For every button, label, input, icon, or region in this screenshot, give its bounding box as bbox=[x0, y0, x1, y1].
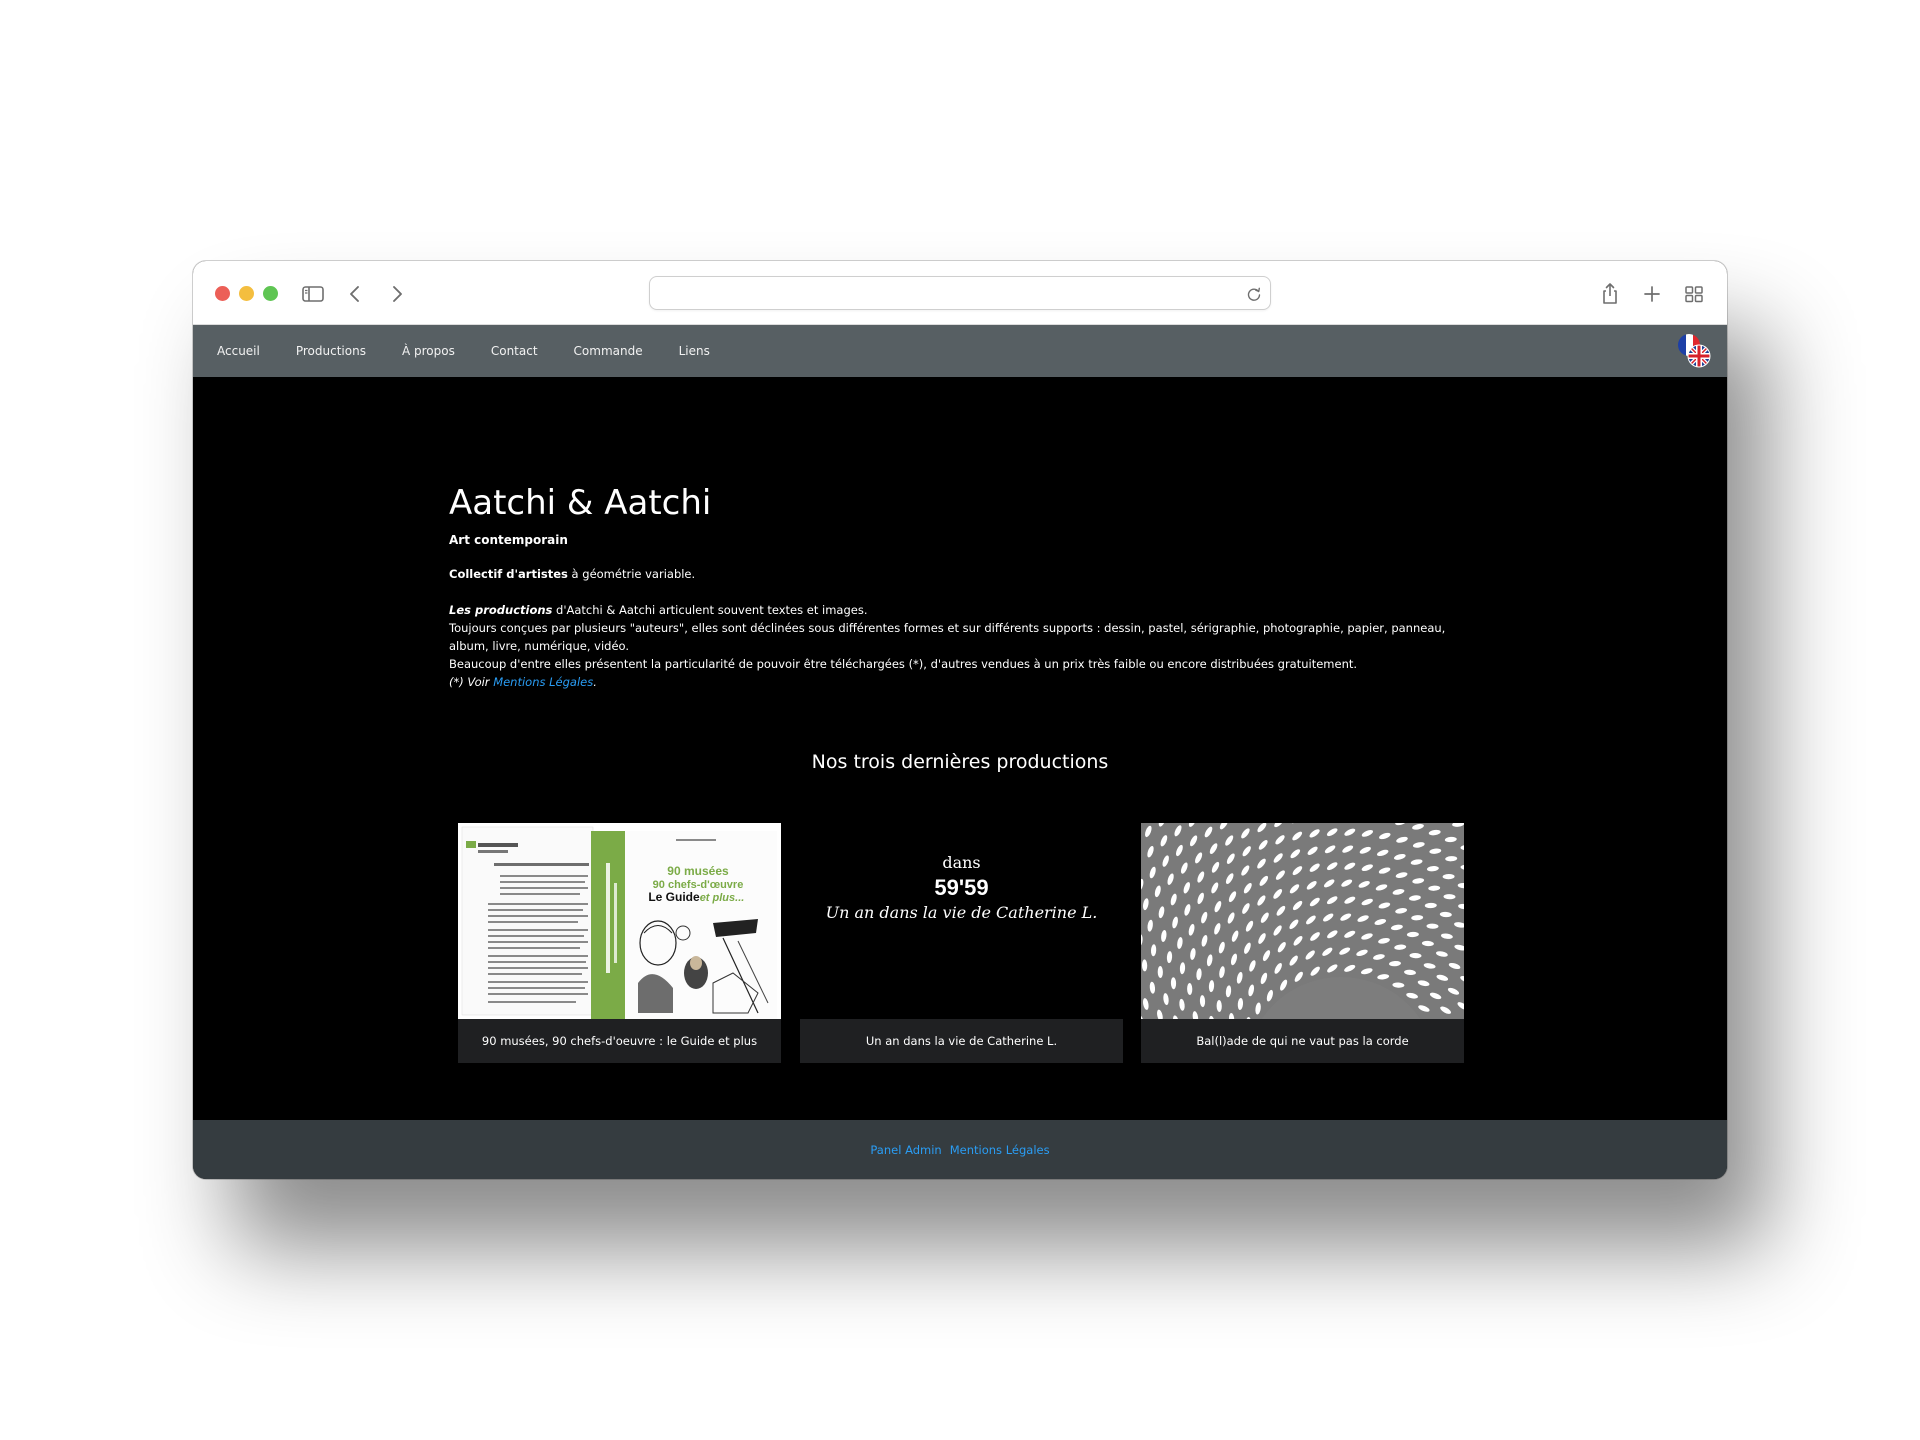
cover-line-dans: dans bbox=[942, 853, 981, 872]
production-caption[interactable]: Un an dans la vie de Catherine L. bbox=[800, 1019, 1123, 1063]
production-card[interactable]: Bal(l)ade de qui ne vaut pas la corde bbox=[1141, 823, 1464, 1063]
sidebar-icon[interactable] bbox=[299, 280, 327, 308]
page-subtitle: Art contemporain bbox=[449, 533, 568, 547]
close-window-button[interactable] bbox=[215, 286, 230, 301]
nav-item-commande[interactable]: Commande bbox=[574, 344, 643, 358]
cover-title-line4: et plus... bbox=[700, 892, 745, 904]
nav-menu: Accueil Productions À propos Contact Com… bbox=[217, 325, 746, 377]
nav-item-contact[interactable]: Contact bbox=[491, 344, 538, 358]
collective-text: à géométrie variable. bbox=[567, 567, 696, 581]
tab-overview-icon[interactable] bbox=[1680, 280, 1708, 308]
collective-paragraph: Collectif d'artistes à géométrie variabl… bbox=[449, 565, 1469, 583]
browser-window: Accueil Productions À propos Contact Com… bbox=[193, 261, 1727, 1179]
url-input[interactable] bbox=[650, 277, 1230, 309]
productions-emphasis: Les productions bbox=[449, 603, 553, 617]
productions-paragraph: Les productions d'Aatchi & Aatchi articu… bbox=[449, 601, 1469, 691]
address-bar[interactable] bbox=[649, 276, 1271, 310]
cover-line-time: 59'59 bbox=[934, 875, 989, 900]
production-thumbnail-ballade[interactable] bbox=[1141, 823, 1464, 1019]
production-caption[interactable]: 90 musées, 90 chefs-d'oeuvre : le Guide … bbox=[458, 1019, 781, 1063]
browser-toolbar bbox=[193, 261, 1727, 325]
productions-download-text: Beaucoup d'entre elles présentent la par… bbox=[449, 657, 1358, 671]
forward-icon[interactable] bbox=[383, 280, 411, 308]
nav-item-liens[interactable]: Liens bbox=[679, 344, 710, 358]
footer-legal-link[interactable]: Mentions Légales bbox=[950, 1143, 1050, 1157]
production-card[interactable]: dans 59'59 Un an dans la vie de Catherin… bbox=[800, 823, 1123, 1063]
admin-panel-link[interactable]: Panel Admin bbox=[870, 1143, 941, 1157]
productions-text: d'Aatchi & Aatchi articulent souvent tex… bbox=[552, 603, 868, 617]
production-card[interactable]: 90 musées 90 chefs-d'œuvre Le Guide et p… bbox=[458, 823, 781, 1063]
new-tab-icon[interactable] bbox=[1638, 280, 1666, 308]
legal-note-suffix: . bbox=[593, 675, 597, 689]
production-thumbnail-guide[interactable]: 90 musées 90 chefs-d'œuvre Le Guide et p… bbox=[458, 823, 781, 1019]
page-title: Aatchi & Aatchi bbox=[449, 483, 712, 523]
cover-line-title: Un an dans la vie de Catherine L. bbox=[825, 903, 1098, 922]
productions-supports-text: Toujours conçues par plusieurs "auteurs"… bbox=[449, 621, 1446, 653]
legal-notice-link[interactable]: Mentions Légales bbox=[493, 675, 593, 689]
intro-section: Aatchi & Aatchi Art contemporain Collect… bbox=[449, 483, 1469, 691]
share-icon[interactable] bbox=[1596, 280, 1624, 308]
main-content: Aatchi & Aatchi Art contemporain Collect… bbox=[193, 377, 1727, 1120]
cover-title-line3: Le Guide bbox=[648, 890, 700, 904]
production-thumbnail-catherine[interactable]: dans 59'59 Un an dans la vie de Catherin… bbox=[800, 823, 1123, 1019]
reload-icon[interactable] bbox=[1244, 284, 1264, 304]
nav-item-accueil[interactable]: Accueil bbox=[217, 344, 260, 358]
nav-item-a-propos[interactable]: À propos bbox=[402, 344, 455, 358]
cover-title-line1: 90 musées bbox=[667, 864, 729, 878]
minimize-window-button[interactable] bbox=[239, 286, 254, 301]
latest-productions-heading: Nos trois dernières productions bbox=[811, 751, 1109, 773]
site-navbar: Accueil Productions À propos Contact Com… bbox=[193, 325, 1727, 377]
site-footer: Panel Admin Mentions Légales bbox=[193, 1120, 1727, 1179]
zoom-window-button[interactable] bbox=[263, 286, 278, 301]
production-caption[interactable]: Bal(l)ade de qui ne vaut pas la corde bbox=[1141, 1019, 1464, 1063]
legal-note-prefix: (*) Voir bbox=[449, 675, 494, 689]
collective-bold-text: Collectif d'artistes bbox=[449, 567, 568, 581]
back-icon[interactable] bbox=[341, 280, 369, 308]
language-flag-icon[interactable] bbox=[1675, 331, 1715, 371]
nav-item-productions[interactable]: Productions bbox=[296, 344, 366, 358]
legal-note: (*) Voir Mentions Légales. bbox=[449, 673, 1469, 691]
